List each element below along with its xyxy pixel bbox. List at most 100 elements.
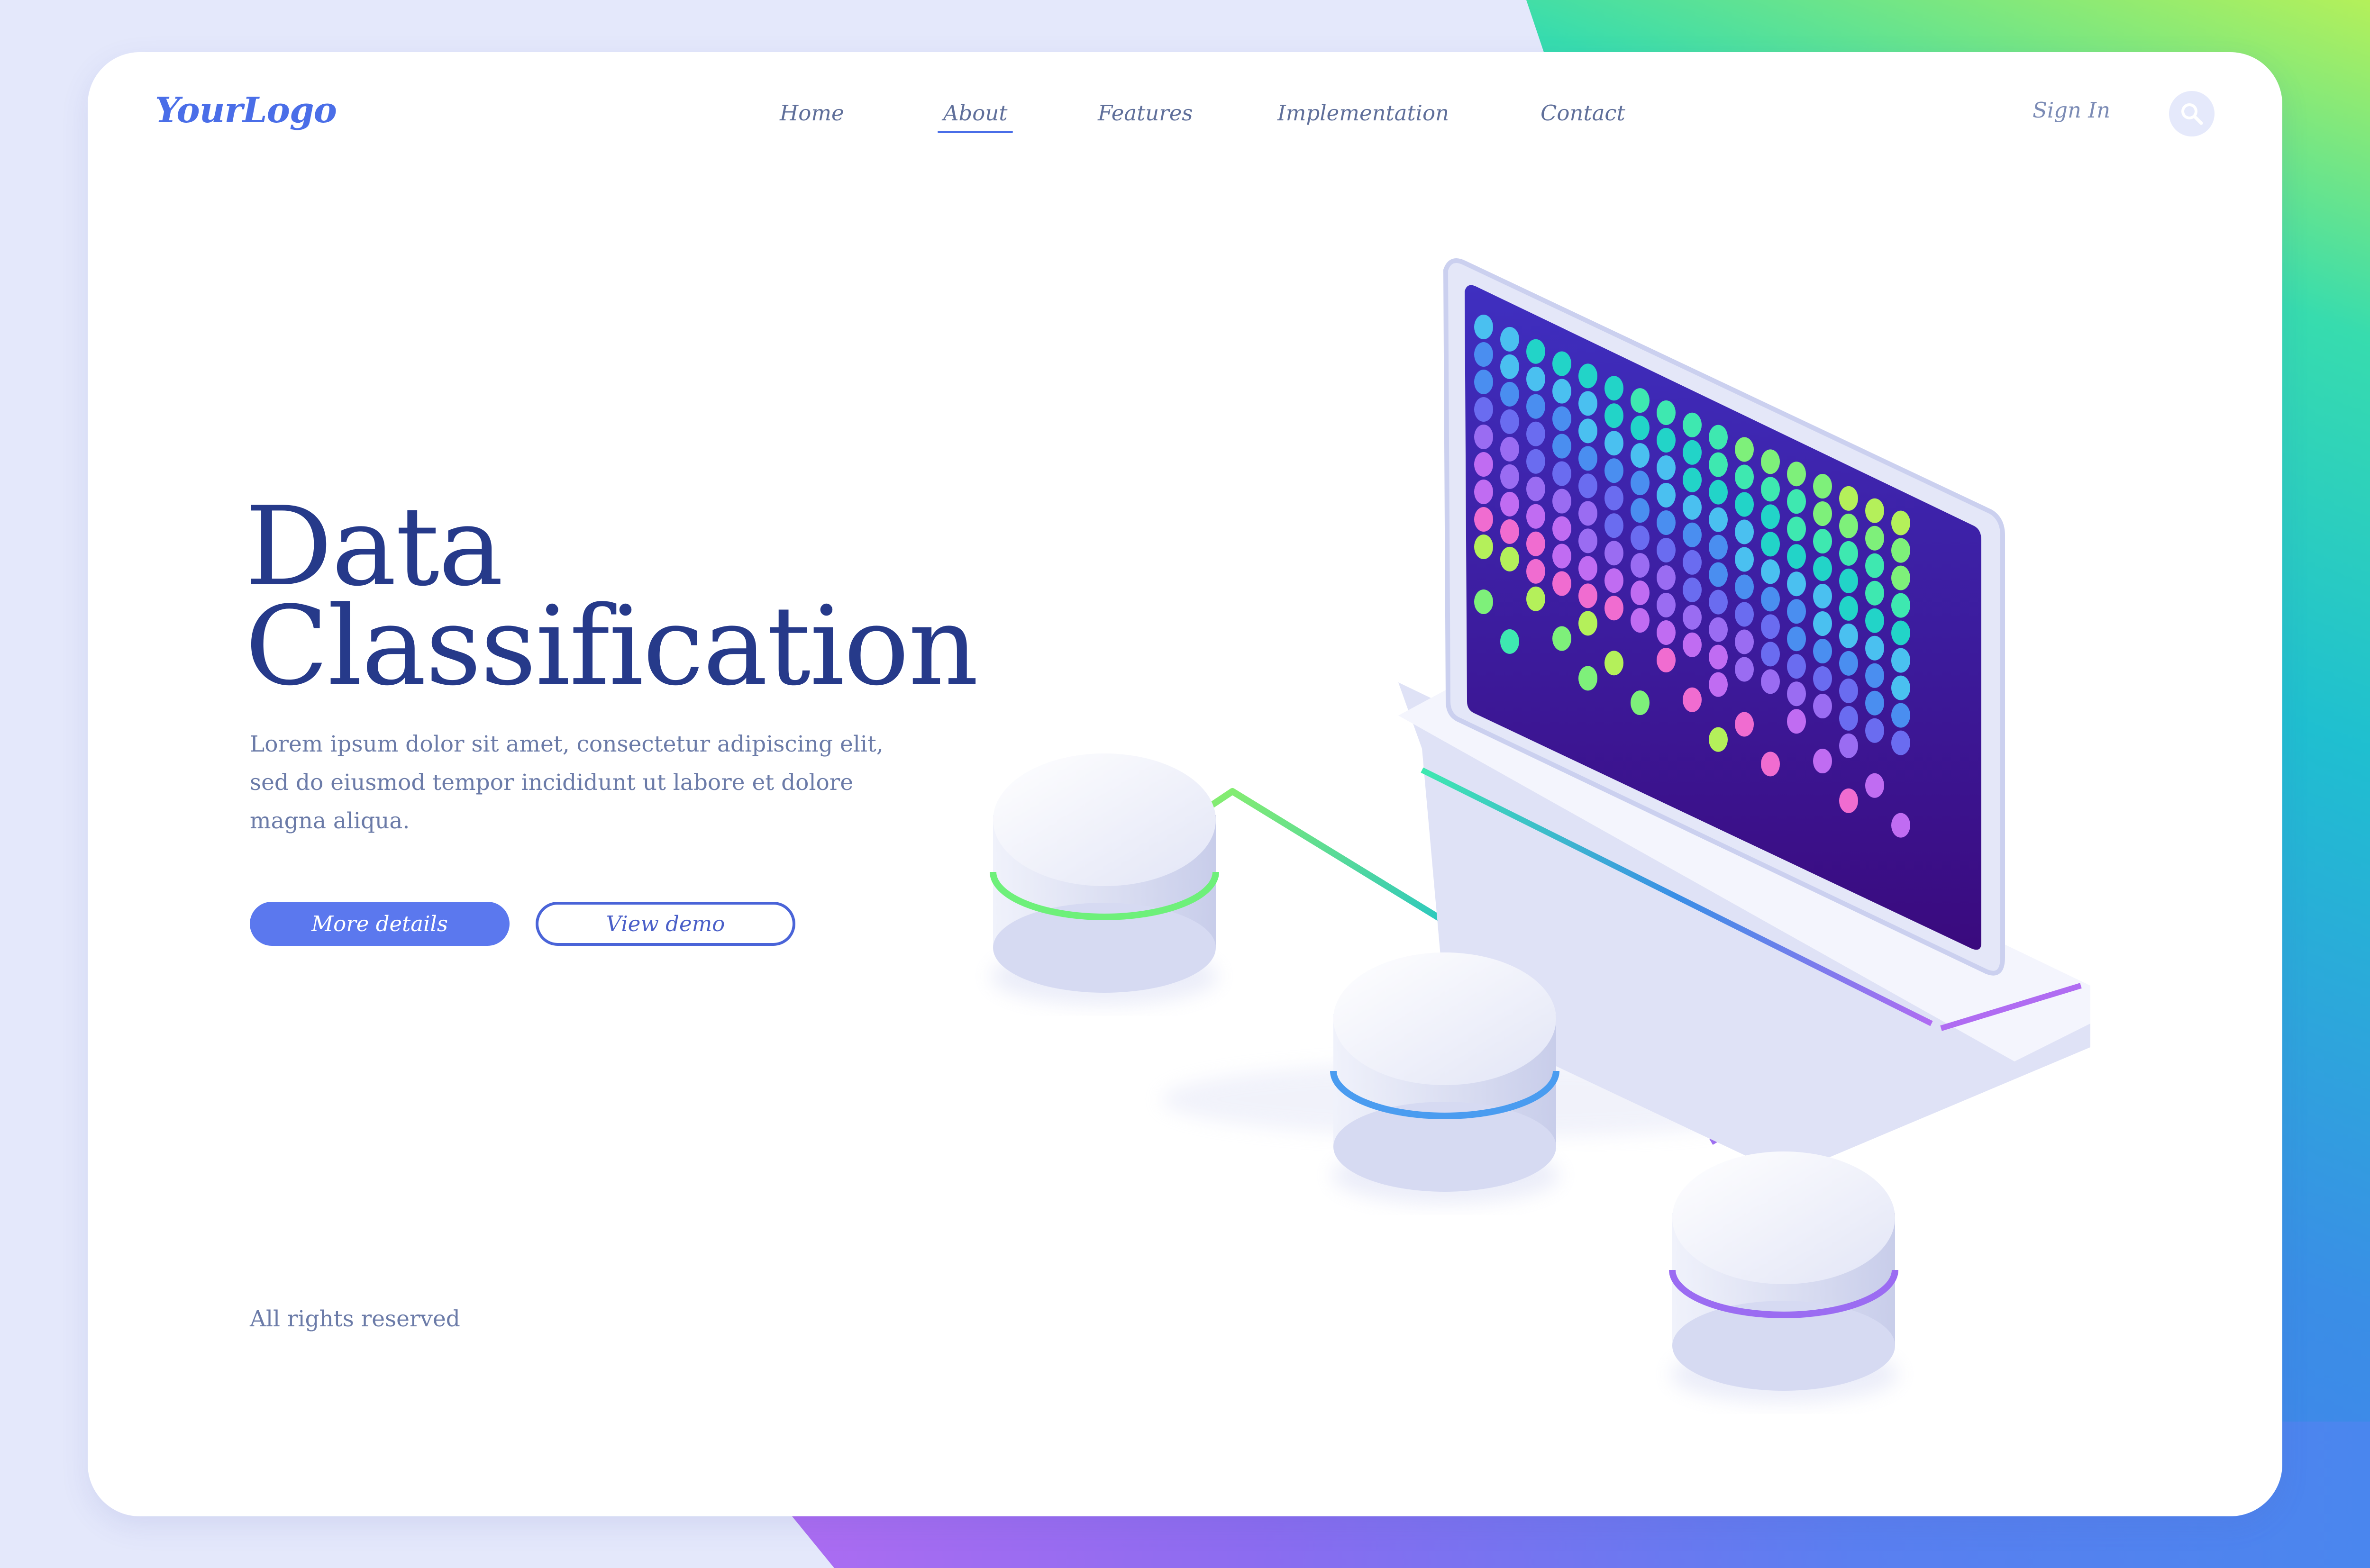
data-dot	[1813, 666, 1832, 691]
data-dot	[1500, 326, 1519, 352]
database-disk-1	[990, 753, 1219, 1005]
data-dot	[1709, 617, 1728, 642]
data-dot	[1813, 529, 1832, 554]
data-dot	[1891, 675, 1910, 700]
nav-implementation[interactable]: Implementation	[1277, 100, 1449, 126]
search-button[interactable]	[2169, 91, 2215, 136]
data-dot	[1813, 584, 1832, 609]
title-line-1: Data	[245, 484, 503, 610]
data-dot	[1526, 504, 1545, 529]
data-dot	[1891, 538, 1910, 563]
data-dot	[1709, 672, 1728, 697]
data-dot	[1891, 813, 1910, 838]
data-dot	[1631, 553, 1650, 578]
data-dot	[1500, 491, 1519, 517]
data-dot	[1578, 363, 1597, 389]
data-dot	[1891, 510, 1910, 535]
data-dot	[1761, 669, 1780, 694]
data-dot	[1604, 486, 1623, 511]
data-dot	[1839, 788, 1858, 813]
data-dot	[1865, 553, 1884, 578]
data-dot	[1787, 489, 1806, 514]
data-dot	[1683, 687, 1702, 712]
logo[interactable]: YourLogo	[155, 90, 337, 131]
nav-contact[interactable]: Contact	[1540, 100, 1625, 126]
data-dot	[1604, 651, 1623, 676]
data-dot	[1761, 504, 1780, 529]
data-dot	[1709, 535, 1728, 560]
nav-about[interactable]: About	[937, 100, 1013, 133]
nav-features[interactable]: Features	[1098, 100, 1193, 126]
more-details-button[interactable]: More details	[250, 902, 510, 946]
data-dot	[1735, 712, 1754, 737]
data-dot	[1761, 614, 1780, 639]
data-dot	[1709, 589, 1728, 615]
data-dot	[1761, 532, 1780, 557]
data-dot	[1839, 596, 1858, 621]
data-dot	[1552, 379, 1571, 404]
data-dot	[1813, 474, 1832, 499]
data-dot	[1865, 773, 1884, 798]
data-dot	[1709, 425, 1728, 450]
data-dot	[1865, 690, 1884, 716]
data-dot	[1526, 586, 1545, 611]
data-dot	[1604, 568, 1623, 593]
data-dot	[1865, 498, 1884, 523]
data-dot	[1891, 730, 1910, 755]
data-dot	[1474, 315, 1493, 339]
data-dot	[1526, 339, 1545, 364]
data-dot	[1657, 647, 1676, 672]
sign-in-link[interactable]: Sign In	[2033, 98, 2110, 123]
data-dot	[1709, 452, 1728, 477]
data-dot	[1787, 626, 1806, 652]
data-dot	[1735, 464, 1754, 489]
data-dot	[1500, 409, 1519, 434]
data-dot	[1813, 556, 1832, 581]
search-icon	[2181, 103, 2203, 125]
data-dot	[1657, 455, 1676, 480]
data-dot	[1813, 501, 1832, 526]
data-dot	[1526, 476, 1545, 501]
data-dot	[1578, 556, 1597, 581]
data-dot	[1839, 541, 1858, 566]
data-dot	[1839, 568, 1858, 593]
data-dot	[1578, 501, 1597, 526]
data-dot	[1552, 351, 1571, 376]
data-dot	[1865, 526, 1884, 551]
data-dot	[1631, 471, 1650, 496]
hero-description: Lorem ipsum dolor sit amet, consectetur …	[250, 731, 884, 834]
data-dot	[1578, 528, 1597, 553]
data-dot	[1552, 626, 1571, 651]
data-dot	[1631, 690, 1650, 716]
data-dot	[1735, 602, 1754, 627]
data-dot	[1631, 388, 1650, 413]
data-dot	[1526, 394, 1545, 419]
data-dot	[1526, 559, 1545, 584]
data-dot	[1709, 727, 1728, 752]
data-dot	[1578, 583, 1597, 608]
data-dot	[1578, 473, 1597, 498]
data-dot	[1474, 397, 1493, 422]
data-dot	[1604, 513, 1623, 538]
data-dot	[1631, 443, 1650, 468]
data-dot	[1787, 709, 1806, 734]
data-dot	[1474, 342, 1493, 367]
data-dot	[1552, 516, 1571, 541]
data-dot	[1526, 449, 1545, 474]
data-dot	[1500, 519, 1519, 544]
data-dot	[1891, 593, 1910, 618]
data-dot	[1787, 544, 1806, 569]
view-demo-button[interactable]: View demo	[536, 902, 795, 946]
data-dot	[1735, 519, 1754, 544]
data-dot	[1709, 644, 1728, 670]
data-dot	[1787, 462, 1806, 487]
data-dot	[1657, 620, 1676, 645]
data-dot	[1604, 431, 1623, 456]
data-dot	[1761, 752, 1780, 777]
data-dot	[1735, 657, 1754, 682]
data-dot	[1578, 418, 1597, 444]
data-dot	[1683, 522, 1702, 547]
data-dot	[1500, 436, 1519, 462]
nav-home[interactable]: Home	[780, 100, 844, 126]
data-dot	[1474, 535, 1493, 559]
